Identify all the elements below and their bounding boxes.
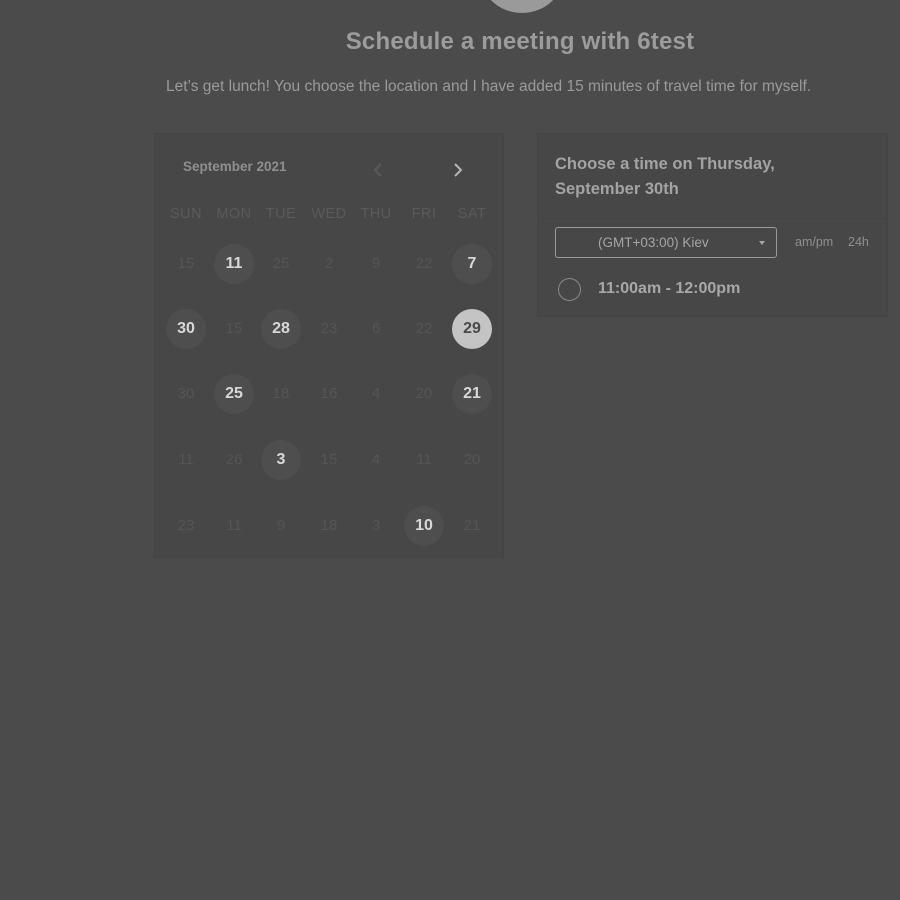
- time-slot-radio[interactable]: [558, 278, 581, 301]
- chevron-right-icon[interactable]: [449, 161, 465, 179]
- calendar-day: 15: [177, 255, 195, 272]
- calendar-day: 23: [177, 517, 195, 534]
- weekday-label: MON: [216, 206, 252, 222]
- weekday-label: SAT: [457, 206, 487, 222]
- calendar-day: 30: [177, 385, 195, 402]
- timezone-value: (GMT+03:00) Kiev: [598, 235, 709, 250]
- calendar-day: 20: [415, 385, 433, 402]
- calendar-day: 6: [371, 320, 381, 337]
- calendar-day[interactable]: 10: [404, 506, 444, 546]
- calendar-day[interactable]: 25: [214, 374, 254, 414]
- calendar-day: 11: [178, 451, 194, 468]
- calendar-day[interactable]: 7: [452, 244, 492, 284]
- calendar-day[interactable]: 21: [452, 374, 492, 414]
- weekday-label: THU: [360, 206, 392, 222]
- calendar-day: 3: [371, 517, 381, 534]
- calendar-day: 11: [416, 451, 432, 468]
- calendar-day: 26: [225, 451, 243, 468]
- calendar: September 2021 SUN MON TUE WED THU FRI SAT 15 1…: [154, 133, 504, 558]
- calendar-day: 18: [320, 517, 338, 534]
- timezone-select[interactable]: (GMT+03:00) Kiev: [555, 227, 777, 258]
- calendar-day: 21: [463, 517, 481, 534]
- calendar-day: 15: [320, 451, 338, 468]
- chevron-left-icon[interactable]: [371, 161, 387, 179]
- calendar-day[interactable]: 30: [166, 309, 206, 349]
- weekday-label: WED: [311, 206, 347, 222]
- calendar-day: 18: [272, 385, 290, 402]
- host-avatar: [478, 0, 566, 13]
- calendar-day: 9: [276, 517, 286, 534]
- calendar-day: 16: [320, 385, 338, 402]
- format-24h-toggle[interactable]: 24h: [848, 235, 869, 249]
- calendar-day-selected[interactable]: 29: [452, 309, 492, 349]
- calendar-day: 4: [371, 451, 381, 468]
- calendar-day: 25: [272, 255, 290, 272]
- calendar-day: 9: [371, 255, 381, 272]
- calendar-month-label: September 2021: [183, 159, 287, 174]
- weekday-label: SUN: [169, 206, 203, 222]
- calendar-day: 15: [225, 320, 243, 337]
- caret-down-icon: [759, 241, 765, 245]
- calendar-day: 22: [415, 255, 433, 272]
- page-title: Schedule a meeting with 6test: [345, 28, 695, 55]
- time-panel-header: Choose a time on Thursday, September 30t…: [538, 134, 887, 219]
- calendar-day: 22: [415, 320, 433, 337]
- calendar-day: 4: [371, 385, 381, 402]
- time-slot[interactable]: 11:00am - 12:00pm: [558, 277, 858, 303]
- calendar-day: 20: [463, 451, 481, 468]
- weekday-label: TUE: [265, 206, 297, 222]
- scheduling-page: Schedule a meeting with 6test Let’s get …: [0, 0, 900, 900]
- calendar-day[interactable]: 11: [214, 244, 254, 284]
- weekday-label: FRI: [411, 206, 437, 222]
- page-subtitle: Let’s get lunch! You choose the location…: [166, 78, 812, 95]
- calendar-day: 23: [320, 320, 338, 337]
- calendar-day[interactable]: 28: [261, 309, 301, 349]
- time-panel-heading: Choose a time on Thursday, September 30t…: [555, 155, 775, 198]
- format-ampm-toggle[interactable]: am/pm: [795, 235, 833, 249]
- time-panel: Choose a time on Thursday, September 30t…: [537, 133, 888, 317]
- calendar-day: 2: [324, 255, 334, 272]
- calendar-day[interactable]: 3: [261, 440, 301, 480]
- calendar-day: 11: [226, 517, 242, 534]
- time-slot-label: 11:00am - 12:00pm: [598, 280, 741, 297]
